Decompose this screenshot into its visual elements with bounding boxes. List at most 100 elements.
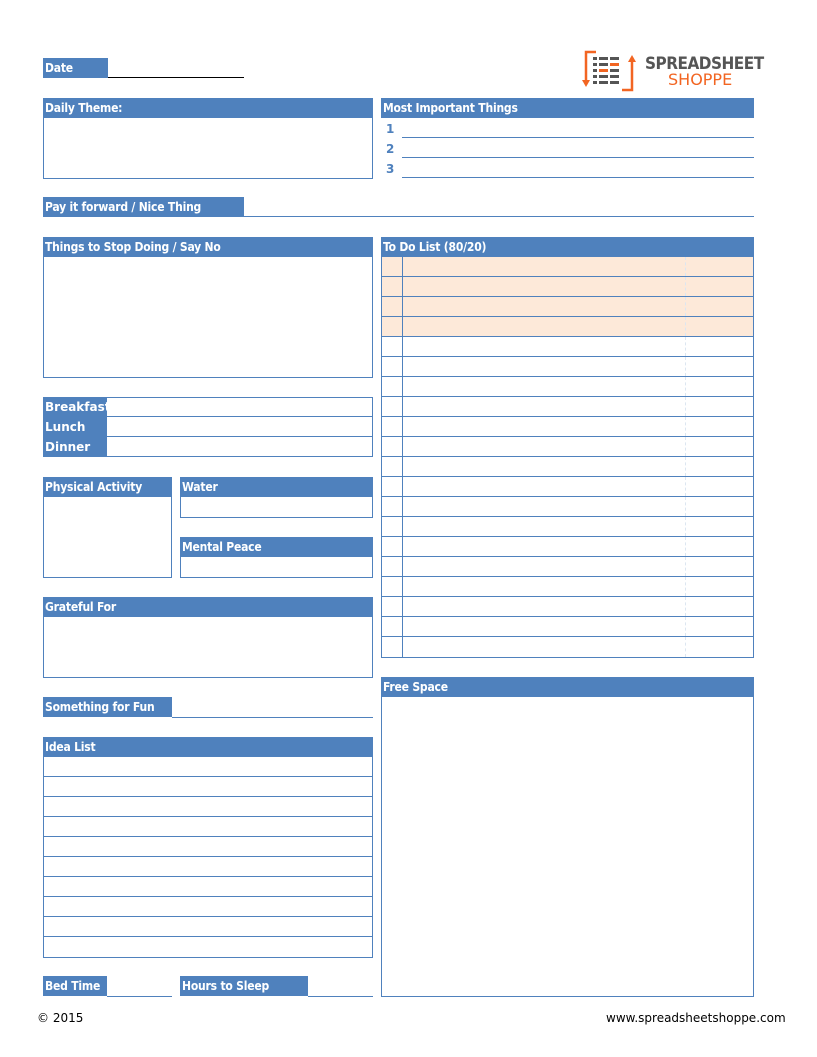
todo-checkbox[interactable] (382, 417, 403, 436)
todo-checkbox[interactable] (382, 337, 403, 356)
date-field[interactable] (108, 58, 244, 78)
todo-task-field[interactable] (403, 397, 686, 416)
todo-time-field[interactable] (686, 517, 753, 536)
todo-task-field[interactable] (403, 597, 686, 616)
todo-checkbox[interactable] (382, 557, 403, 576)
todo-task-field[interactable] (403, 417, 686, 436)
todo-task-field[interactable] (403, 297, 686, 316)
todo-checkbox[interactable] (382, 257, 403, 276)
meal-row-dinner: Dinner (43, 437, 373, 457)
hours-to-sleep-field[interactable] (308, 976, 373, 997)
idea-list-row[interactable] (44, 757, 372, 777)
todo-time-field[interactable] (686, 457, 753, 476)
bed-time-field[interactable] (107, 976, 172, 997)
todo-checkbox[interactable] (382, 477, 403, 496)
todo-task-field[interactable] (403, 377, 686, 396)
idea-list-row[interactable] (44, 777, 372, 797)
most-important-header: Most Important Things (381, 98, 754, 118)
mental-peace-field[interactable] (180, 557, 373, 578)
todo-task-field[interactable] (403, 257, 686, 276)
todo-time-field[interactable] (686, 257, 753, 276)
daily-theme-field[interactable] (43, 118, 373, 179)
todo-checkbox[interactable] (382, 637, 403, 657)
todo-checkbox[interactable] (382, 537, 403, 556)
todo-time-field[interactable] (686, 537, 753, 556)
todo-task-field[interactable] (403, 357, 686, 376)
todo-task-field[interactable] (403, 337, 686, 356)
todo-checkbox[interactable] (382, 357, 403, 376)
todo-time-field[interactable] (686, 397, 753, 416)
idea-list-row[interactable] (44, 897, 372, 917)
todo-task-field[interactable] (403, 277, 686, 296)
todo-task-field[interactable] (403, 637, 686, 657)
idea-list-row[interactable] (44, 937, 372, 957)
todo-time-field[interactable] (686, 377, 753, 396)
todo-time-field[interactable] (686, 437, 753, 456)
todo-time-field[interactable] (686, 497, 753, 516)
todo-checkbox[interactable] (382, 517, 403, 536)
todo-checkbox[interactable] (382, 297, 403, 316)
todo-task-field[interactable] (403, 477, 686, 496)
todo-checkbox[interactable] (382, 317, 403, 336)
todo-row (382, 537, 753, 557)
todo-checkbox[interactable] (382, 277, 403, 296)
todo-time-field[interactable] (686, 277, 753, 296)
copyright: © 2015 (37, 1011, 84, 1025)
todo-time-field[interactable] (686, 297, 753, 316)
todo-task-field[interactable] (403, 617, 686, 636)
todo-task-field[interactable] (403, 577, 686, 596)
lunch-field[interactable] (107, 417, 373, 437)
todo-row (382, 497, 753, 517)
physical-activity-field[interactable] (43, 497, 172, 578)
idea-list-row[interactable] (44, 917, 372, 937)
todo-time-field[interactable] (686, 557, 753, 576)
website-link[interactable]: www.spreadsheetshoppe.com (606, 1011, 786, 1025)
something-for-fun-field[interactable] (172, 697, 373, 718)
todo-task-field[interactable] (403, 437, 686, 456)
todo-task-field[interactable] (403, 497, 686, 516)
most-important-field-3[interactable] (402, 158, 754, 178)
todo-task-field[interactable] (403, 457, 686, 476)
todo-time-field[interactable] (686, 417, 753, 436)
bed-time-label: Bed Time (43, 976, 107, 996)
free-space-field[interactable] (381, 697, 754, 997)
idea-list-row[interactable] (44, 857, 372, 877)
dinner-field[interactable] (107, 437, 373, 457)
todo-row (382, 457, 753, 477)
todo-time-field[interactable] (686, 617, 753, 636)
pay-it-forward-field[interactable] (244, 197, 754, 217)
todo-checkbox[interactable] (382, 377, 403, 396)
todo-time-field[interactable] (686, 597, 753, 616)
todo-task-field[interactable] (403, 317, 686, 336)
todo-checkbox[interactable] (382, 457, 403, 476)
todo-checkbox[interactable] (382, 437, 403, 456)
todo-checkbox[interactable] (382, 577, 403, 596)
water-field[interactable] (180, 497, 373, 518)
grateful-for-field[interactable] (43, 617, 373, 678)
todo-task-field[interactable] (403, 517, 686, 536)
todo-time-field[interactable] (686, 317, 753, 336)
idea-list-row[interactable] (44, 797, 372, 817)
idea-list-row[interactable] (44, 837, 372, 857)
todo-time-field[interactable] (686, 637, 753, 657)
todo-time-field[interactable] (686, 477, 753, 496)
todo-row (382, 597, 753, 617)
todo-time-field[interactable] (686, 577, 753, 596)
todo-checkbox[interactable] (382, 397, 403, 416)
todo-task-field[interactable] (403, 557, 686, 576)
todo-checkbox[interactable] (382, 597, 403, 616)
grateful-for-header: Grateful For (43, 597, 373, 617)
todo-checkbox[interactable] (382, 617, 403, 636)
most-important-field-1[interactable] (402, 118, 754, 138)
todo-time-field[interactable] (686, 357, 753, 376)
something-for-fun-label: Something for Fun (43, 697, 172, 717)
idea-list-row[interactable] (44, 877, 372, 897)
stop-doing-field[interactable] (43, 257, 373, 378)
todo-time-field[interactable] (686, 337, 753, 356)
most-important-field-2[interactable] (402, 138, 754, 158)
todo-task-field[interactable] (403, 537, 686, 556)
todo-checkbox[interactable] (382, 497, 403, 516)
breakfast-field[interactable] (107, 397, 373, 417)
item-number: 1 (386, 122, 395, 136)
idea-list-row[interactable] (44, 817, 372, 837)
